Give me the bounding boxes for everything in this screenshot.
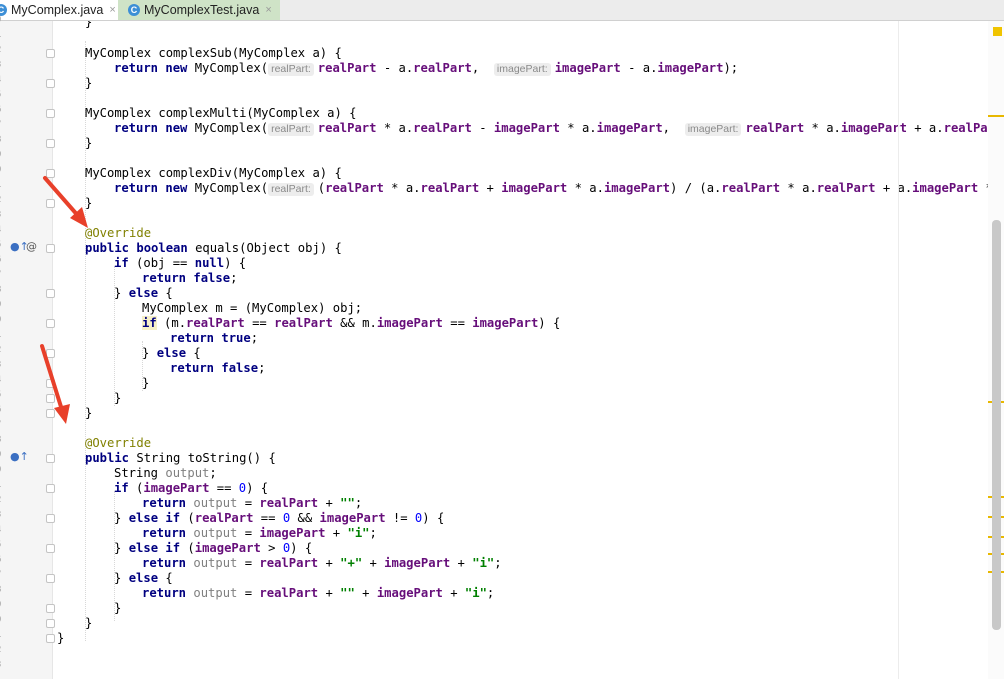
red-arrow-icon bbox=[43, 176, 88, 228]
annotation-arrows bbox=[40, 176, 88, 424]
red-arrow-icon bbox=[40, 344, 70, 424]
